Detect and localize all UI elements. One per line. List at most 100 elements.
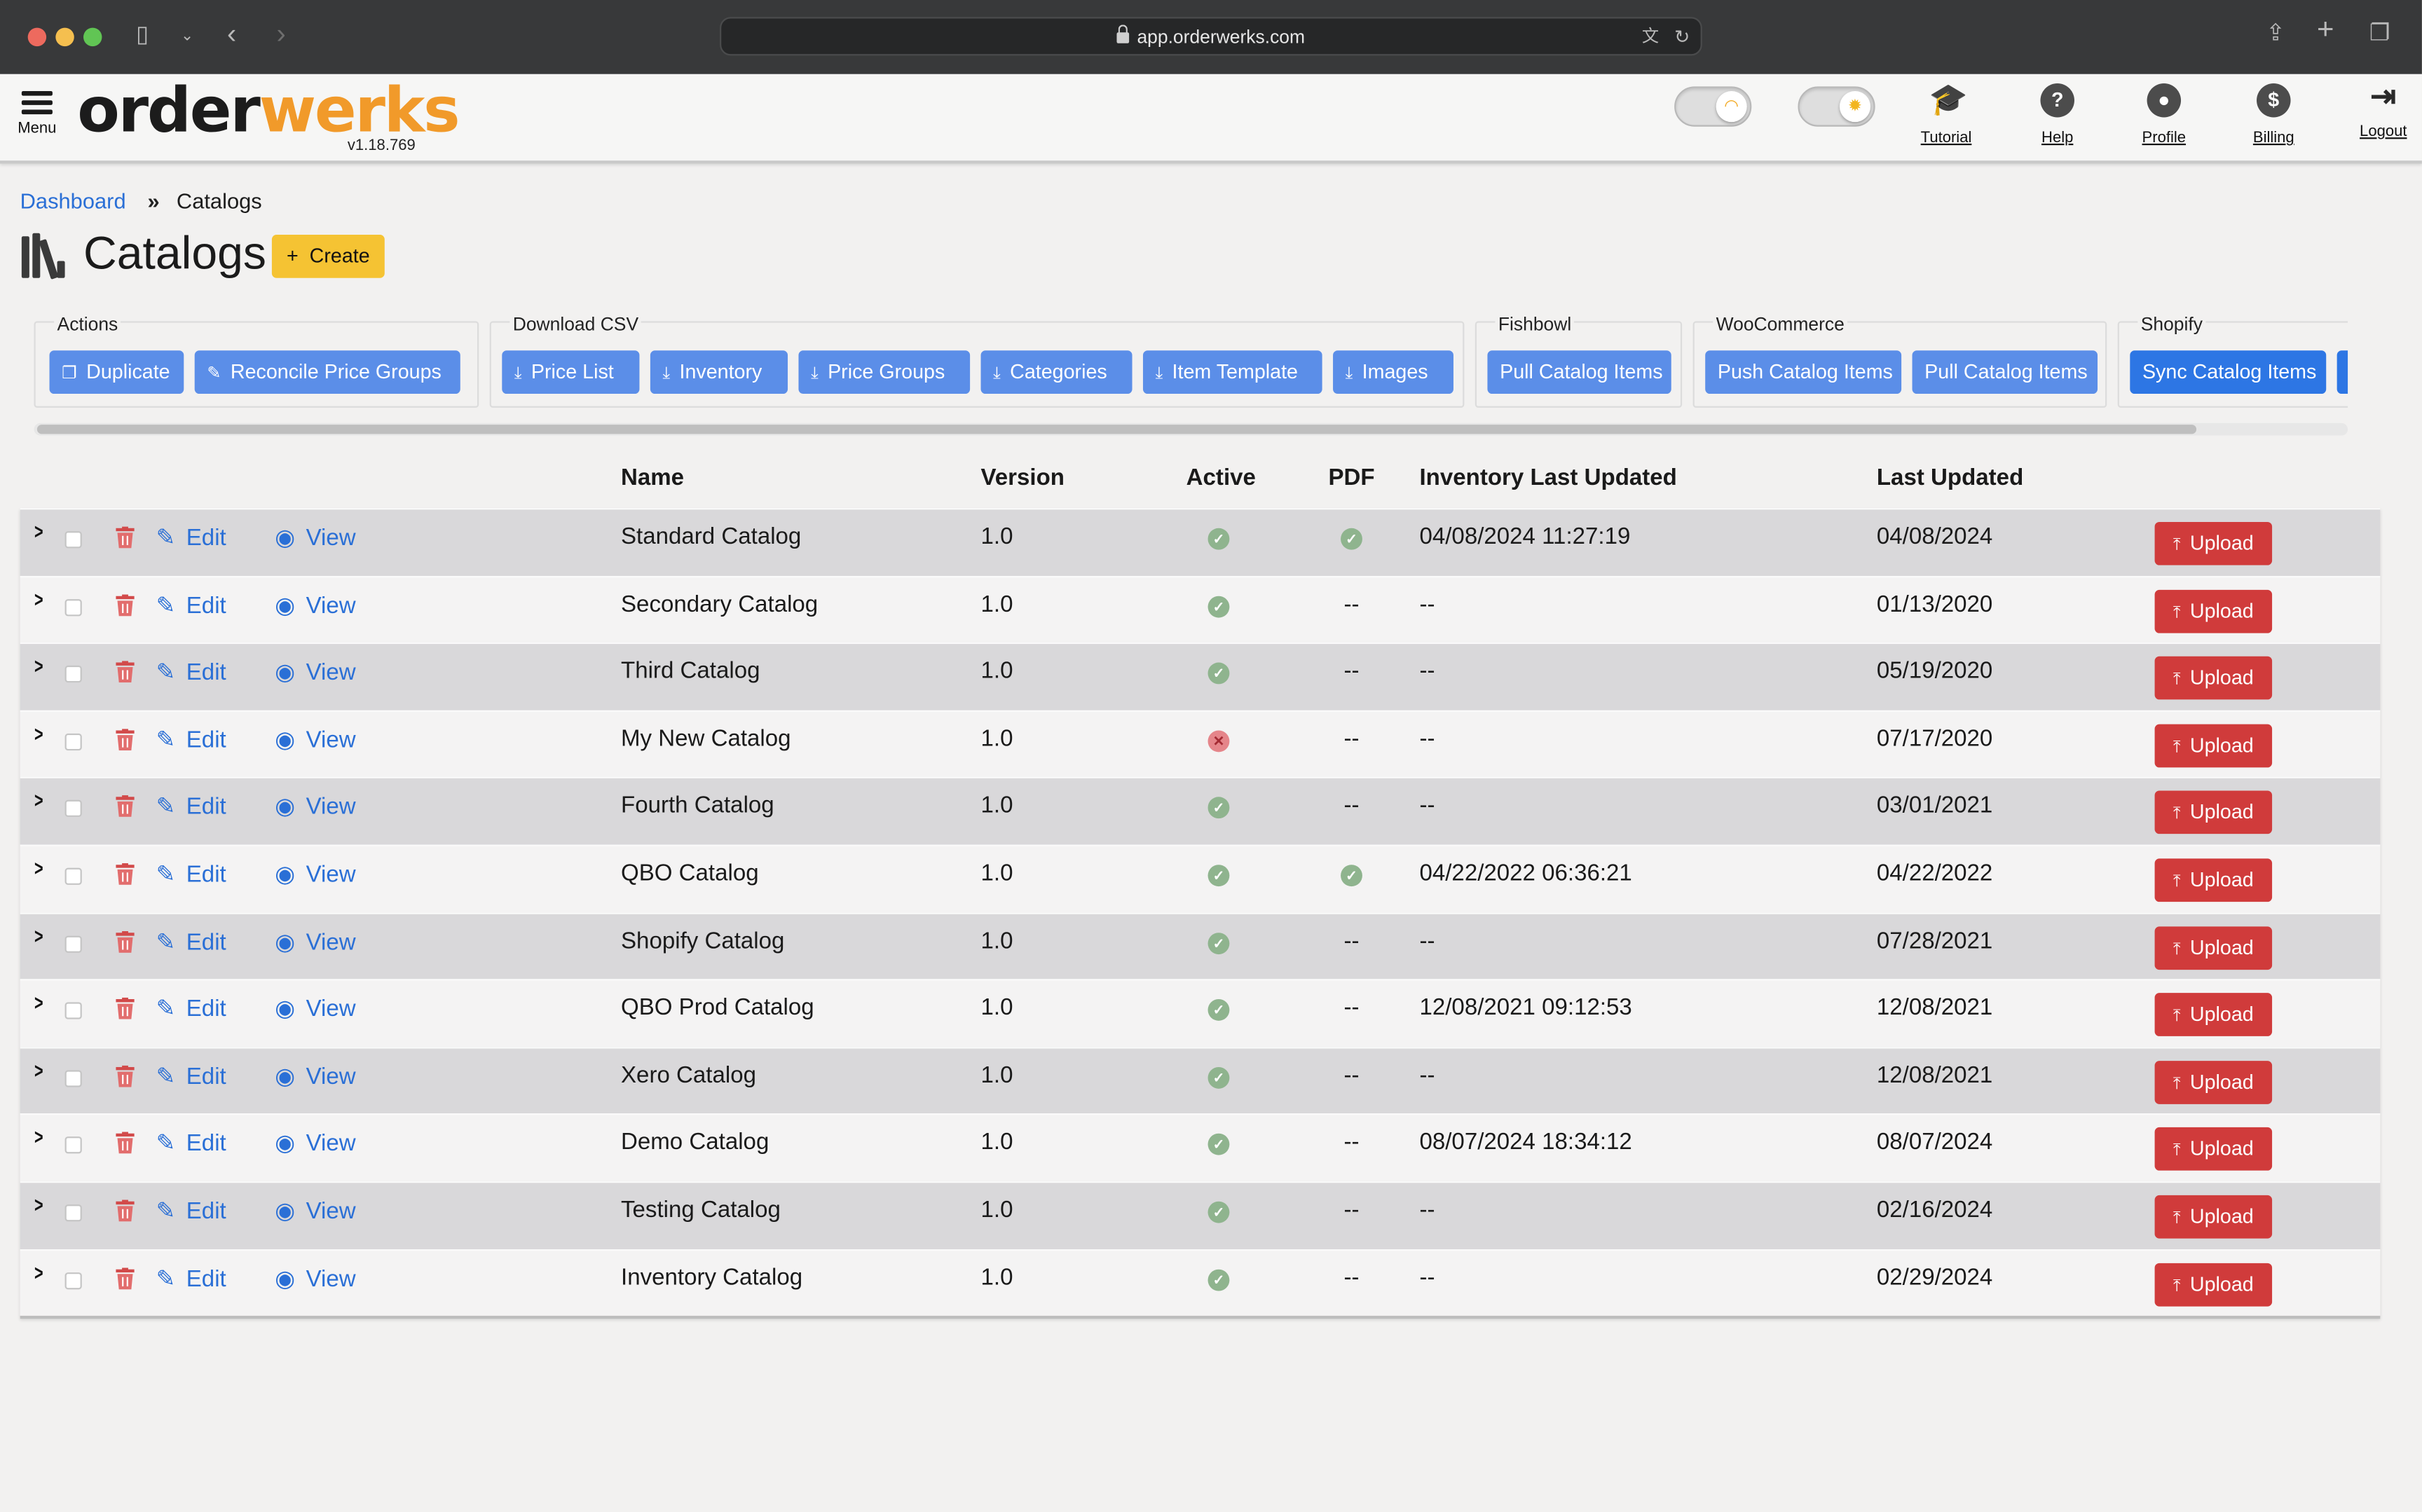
woocommerce-pull-catalog-items-button[interactable]: Pull Catalog Items [1912,350,2098,394]
fishbowl-pull-catalog-items-button[interactable]: Pull Catalog Items [1487,350,1671,394]
expand-row-chevron-icon[interactable]: > [34,923,43,947]
edit-link[interactable]: ✎ Edit [156,860,226,888]
delete-trash-icon[interactable] [116,862,135,885]
expand-row-chevron-icon[interactable]: > [34,1057,43,1082]
expand-row-chevron-icon[interactable]: > [34,519,43,544]
upload-button[interactable]: ⤒ Upload [2154,1195,2273,1239]
row-checkbox[interactable] [64,1136,82,1155]
row-checkbox[interactable] [64,800,82,818]
scrollbar-thumb[interactable] [36,425,2197,434]
row-checkbox[interactable] [64,666,82,683]
reconcile-price-groups-button[interactable]: ✎ Reconcile Price Groups [194,350,460,394]
expand-row-chevron-icon[interactable]: > [34,586,43,611]
upload-button[interactable]: ⤒ Upload [2154,521,2273,565]
expand-row-chevron-icon[interactable]: > [34,855,43,880]
table-row[interactable]: > ✎ Edit ◉ View Standard Catalog 1.0 ✓ ✓ 04/08/20… [20,508,2381,576]
nav-logout[interactable]: ⇥ Logout [2345,81,2422,141]
duplicate-button[interactable]: ❐ Duplicate [49,350,184,394]
delete-trash-icon[interactable] [116,661,135,683]
theme-toggle[interactable]: ✹ [1798,86,1875,127]
upload-button[interactable]: ⤒ Upload [2154,1060,2273,1104]
expand-row-chevron-icon[interactable]: > [34,721,43,745]
row-checkbox[interactable] [64,1002,82,1019]
maximize-window-button[interactable] [83,27,102,47]
orderwerks-logo[interactable]: orderwerks [77,77,460,145]
nav-profile[interactable]: ● Profile [2126,83,2203,146]
translate-icon[interactable]: 文 [1642,25,1659,49]
delete-trash-icon[interactable] [116,1132,135,1155]
delete-trash-icon[interactable] [116,795,135,818]
chevron-down-icon[interactable]: ⌄ [181,25,193,49]
wifi-toggle[interactable]: ◠ [1674,86,1752,127]
upload-button[interactable]: ⤒ Upload [2154,589,2273,633]
share-icon[interactable]: ⇪ [2266,21,2285,46]
view-link[interactable]: ◉ View [275,860,355,888]
expand-row-chevron-icon[interactable]: > [34,990,43,1015]
edit-link[interactable]: ✎ Edit [156,591,226,618]
download-price-list-button[interactable]: ⤓ Price List [502,350,640,394]
view-link[interactable]: ◉ View [275,1062,355,1090]
download-images-button[interactable]: ⤓ Images [1333,350,1453,394]
edit-link[interactable]: ✎ Edit [156,658,226,686]
reload-icon[interactable]: ↻ [1674,25,1690,49]
delete-trash-icon[interactable] [116,998,135,1019]
table-row[interactable]: > ✎ Edit ◉ View Demo Catalog 1.0 ✓ -- 08/07/2024 … [20,1113,2381,1181]
view-link[interactable]: ◉ View [275,995,355,1022]
expand-row-chevron-icon[interactable]: > [34,1192,43,1216]
expand-row-chevron-icon[interactable]: > [34,788,43,813]
breadcrumb-dashboard[interactable]: Dashboard [20,188,126,213]
view-link[interactable]: ◉ View [275,658,355,686]
forward-icon[interactable]: › [277,20,286,48]
expand-row-chevron-icon[interactable]: > [34,1259,43,1284]
table-row[interactable]: > ✎ Edit ◉ View Fourth Catalog 1.0 ✓ -- -- 03/01/2… [20,777,2381,845]
table-row[interactable]: > ✎ Edit ◉ View Third Catalog 1.0 ✓ -- -- 05/19/20… [20,642,2381,710]
upload-button[interactable]: ⤒ Upload [2154,724,2273,767]
delete-trash-icon[interactable] [116,1267,135,1289]
view-link[interactable]: ◉ View [275,725,355,753]
delete-trash-icon[interactable] [116,1065,135,1087]
delete-trash-icon[interactable] [116,930,135,952]
upload-button[interactable]: ⤒ Upload [2154,926,2273,970]
back-icon[interactable]: ‹ [227,20,236,48]
column-last-updated[interactable]: Last Updated [1877,465,2023,490]
create-button[interactable]: + Create [271,235,385,278]
row-checkbox[interactable] [64,733,82,750]
upload-button[interactable]: ⤒ Upload [2154,1262,2273,1306]
menu-button[interactable]: Menu [13,86,62,148]
minimize-window-button[interactable] [55,27,74,47]
row-checkbox[interactable] [64,867,82,885]
close-window-button[interactable] [27,27,47,47]
view-link[interactable]: ◉ View [275,792,355,820]
view-link[interactable]: ◉ View [275,928,355,955]
edit-link[interactable]: ✎ Edit [156,1264,226,1291]
view-link[interactable]: ◉ View [275,1197,355,1224]
woocommerce-push-catalog-items-button[interactable]: Push Catalog Items [1705,350,1902,394]
delete-trash-icon[interactable] [116,728,135,750]
view-link[interactable]: ◉ View [275,1264,355,1291]
column-name[interactable]: Name [621,465,684,490]
column-inventory-last-updated[interactable]: Inventory Last Updated [1419,465,1676,490]
row-checkbox[interactable] [64,1272,82,1289]
expand-row-chevron-icon[interactable]: > [34,1125,43,1149]
tab-overview-icon[interactable]: ❐ [2369,21,2390,46]
download-inventory-button[interactable]: ⤓ Inventory [650,350,788,394]
edit-link[interactable]: ✎ Edit [156,792,226,820]
table-row[interactable]: > ✎ Edit ◉ View Xero Catalog 1.0 ✓ -- -- 12/08/202… [20,1046,2381,1114]
delete-trash-icon[interactable] [116,526,135,549]
table-row[interactable]: > ✎ Edit ◉ View My New Catalog 1.0 ✕ -- -- 07/17/2… [20,710,2381,778]
nav-billing[interactable]: $ Billing [2235,83,2312,146]
download-item-template-button[interactable]: ⤓ Item Template [1142,350,1322,394]
edit-link[interactable]: ✎ Edit [156,1197,226,1224]
view-link[interactable]: ◉ View [275,523,355,551]
upload-button[interactable]: ⤒ Upload [2154,1127,2273,1171]
edit-link[interactable]: ✎ Edit [156,995,226,1022]
table-row[interactable]: > ✎ Edit ◉ View QBO Prod Catalog 1.0 ✓ -- 12/08/2… [20,979,2381,1047]
shopify-sync-catalog-items-button[interactable]: Sync Catalog Items [2130,350,2327,394]
table-row[interactable]: > ✎ Edit ◉ View QBO Catalog 1.0 ✓ ✓ 04/22/2022 06… [20,844,2381,912]
edit-link[interactable]: ✎ Edit [156,523,226,551]
shopify-more-button[interactable] [2337,350,2348,394]
upload-button[interactable]: ⤒ Upload [2154,993,2273,1037]
sidebar-toggle-icon[interactable]: ▯ [136,22,149,48]
edit-link[interactable]: ✎ Edit [156,1062,226,1090]
column-version[interactable]: Version [981,465,1065,490]
